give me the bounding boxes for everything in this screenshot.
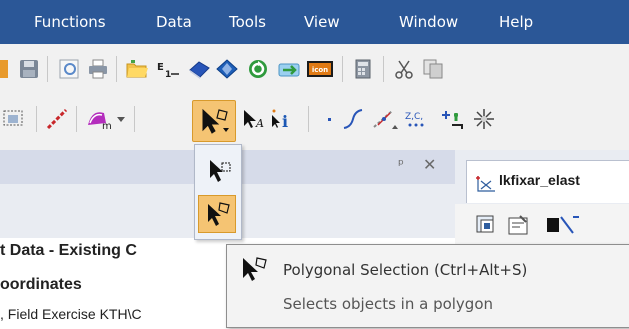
info-icon[interactable]: i — [268, 106, 298, 132]
toolbar-separator — [308, 106, 309, 132]
svg-text:i: i — [282, 112, 288, 131]
project-title: t Data - Existing C — [0, 242, 137, 259]
polygon-select-button[interactable] — [192, 100, 236, 142]
color-picker-icon[interactable] — [539, 212, 579, 238]
copy-icon[interactable] — [420, 56, 446, 82]
svg-text:icon: icon — [312, 66, 328, 74]
draw-toolbar: m A i Z,C, — [0, 94, 629, 150]
open-folder-icon[interactable] — [124, 56, 150, 82]
svg-text:A: A — [255, 117, 264, 130]
toolbar-separator — [383, 56, 384, 82]
document-tab[interactable]: lkfixar_elast — [466, 160, 629, 203]
menu-bar: Functions Data Tools View Window Help — [0, 0, 629, 44]
svg-text:1: 1 — [165, 70, 171, 80]
calculator-icon[interactable] — [350, 56, 376, 82]
coordinate-axes-icon — [476, 176, 495, 192]
select-text-icon[interactable]: A — [240, 106, 268, 132]
menu-view[interactable]: View — [304, 0, 340, 44]
save-icon-partial[interactable] — [0, 56, 10, 82]
toolbar-separator — [47, 56, 48, 82]
star-icon[interactable] — [470, 106, 500, 132]
svg-text:Z,C,: Z,C, — [405, 112, 423, 122]
main-toolbar: E1 icon — [0, 44, 629, 94]
selection-mode-dropdown — [194, 144, 242, 240]
book-icon[interactable] — [186, 56, 212, 82]
tooltip-title: Polygonal Selection (Ctrl+Alt+S) — [283, 261, 528, 279]
toolbar-separator — [134, 106, 135, 132]
add-point-icon[interactable] — [438, 106, 468, 132]
close-icon[interactable]: ✕ — [423, 155, 436, 174]
line-ruler-icon[interactable] — [370, 106, 400, 132]
print-preview-icon[interactable] — [56, 56, 82, 82]
properties-icon[interactable] — [505, 212, 531, 238]
document-toolbar — [455, 204, 629, 244]
survey-tool-icon[interactable]: m — [84, 106, 114, 132]
diamond-icon[interactable] — [214, 56, 240, 82]
point-icon[interactable] — [316, 106, 342, 132]
project-subtitle: oordinates — [0, 276, 82, 293]
document-tab-label: lkfixar_elast — [499, 172, 580, 188]
tooltip: Polygonal Selection (Ctrl+Alt+S) Selects… — [226, 244, 629, 328]
svg-text:m: m — [102, 121, 112, 131]
refresh-icon[interactable] — [245, 56, 271, 82]
polygon-select-icon — [243, 257, 267, 281]
toolbar-separator — [36, 106, 37, 132]
print-icon[interactable] — [85, 56, 111, 82]
export-icon[interactable] — [276, 56, 302, 82]
toolbar-separator — [76, 106, 77, 132]
menu-window[interactable]: Window — [399, 0, 458, 44]
cut-icon[interactable] — [391, 56, 417, 82]
window-select-icon[interactable] — [0, 106, 28, 132]
layers-icon[interactable] — [473, 212, 499, 238]
polygon-select-option[interactable] — [198, 195, 236, 233]
svg-text:E: E — [157, 62, 164, 73]
menu-tools[interactable]: Tools — [229, 0, 266, 44]
menu-functions[interactable]: Functions — [34, 0, 106, 44]
curve-icon[interactable] — [340, 106, 366, 132]
rectangle-select-option[interactable] — [198, 151, 236, 189]
xyz-coordinates-icon[interactable]: Z,C, — [404, 106, 434, 132]
tooltip-description: Selects objects in a polygon — [283, 295, 494, 313]
icon-badge-icon[interactable]: icon — [306, 56, 334, 82]
coordinate-icon[interactable]: E1 — [155, 56, 181, 82]
project-path: , Field Exercise KTH\C — [0, 306, 142, 322]
toolbar-separator — [116, 56, 117, 82]
save-icon[interactable] — [16, 56, 42, 82]
menu-data[interactable]: Data — [156, 0, 192, 44]
dropdown-arrow-icon[interactable] — [114, 106, 128, 132]
menu-help[interactable]: Help — [499, 0, 533, 44]
measure-line-icon[interactable] — [44, 106, 70, 132]
pin-icon[interactable]: ᵖ — [398, 157, 404, 173]
toolbar-separator — [342, 56, 343, 82]
